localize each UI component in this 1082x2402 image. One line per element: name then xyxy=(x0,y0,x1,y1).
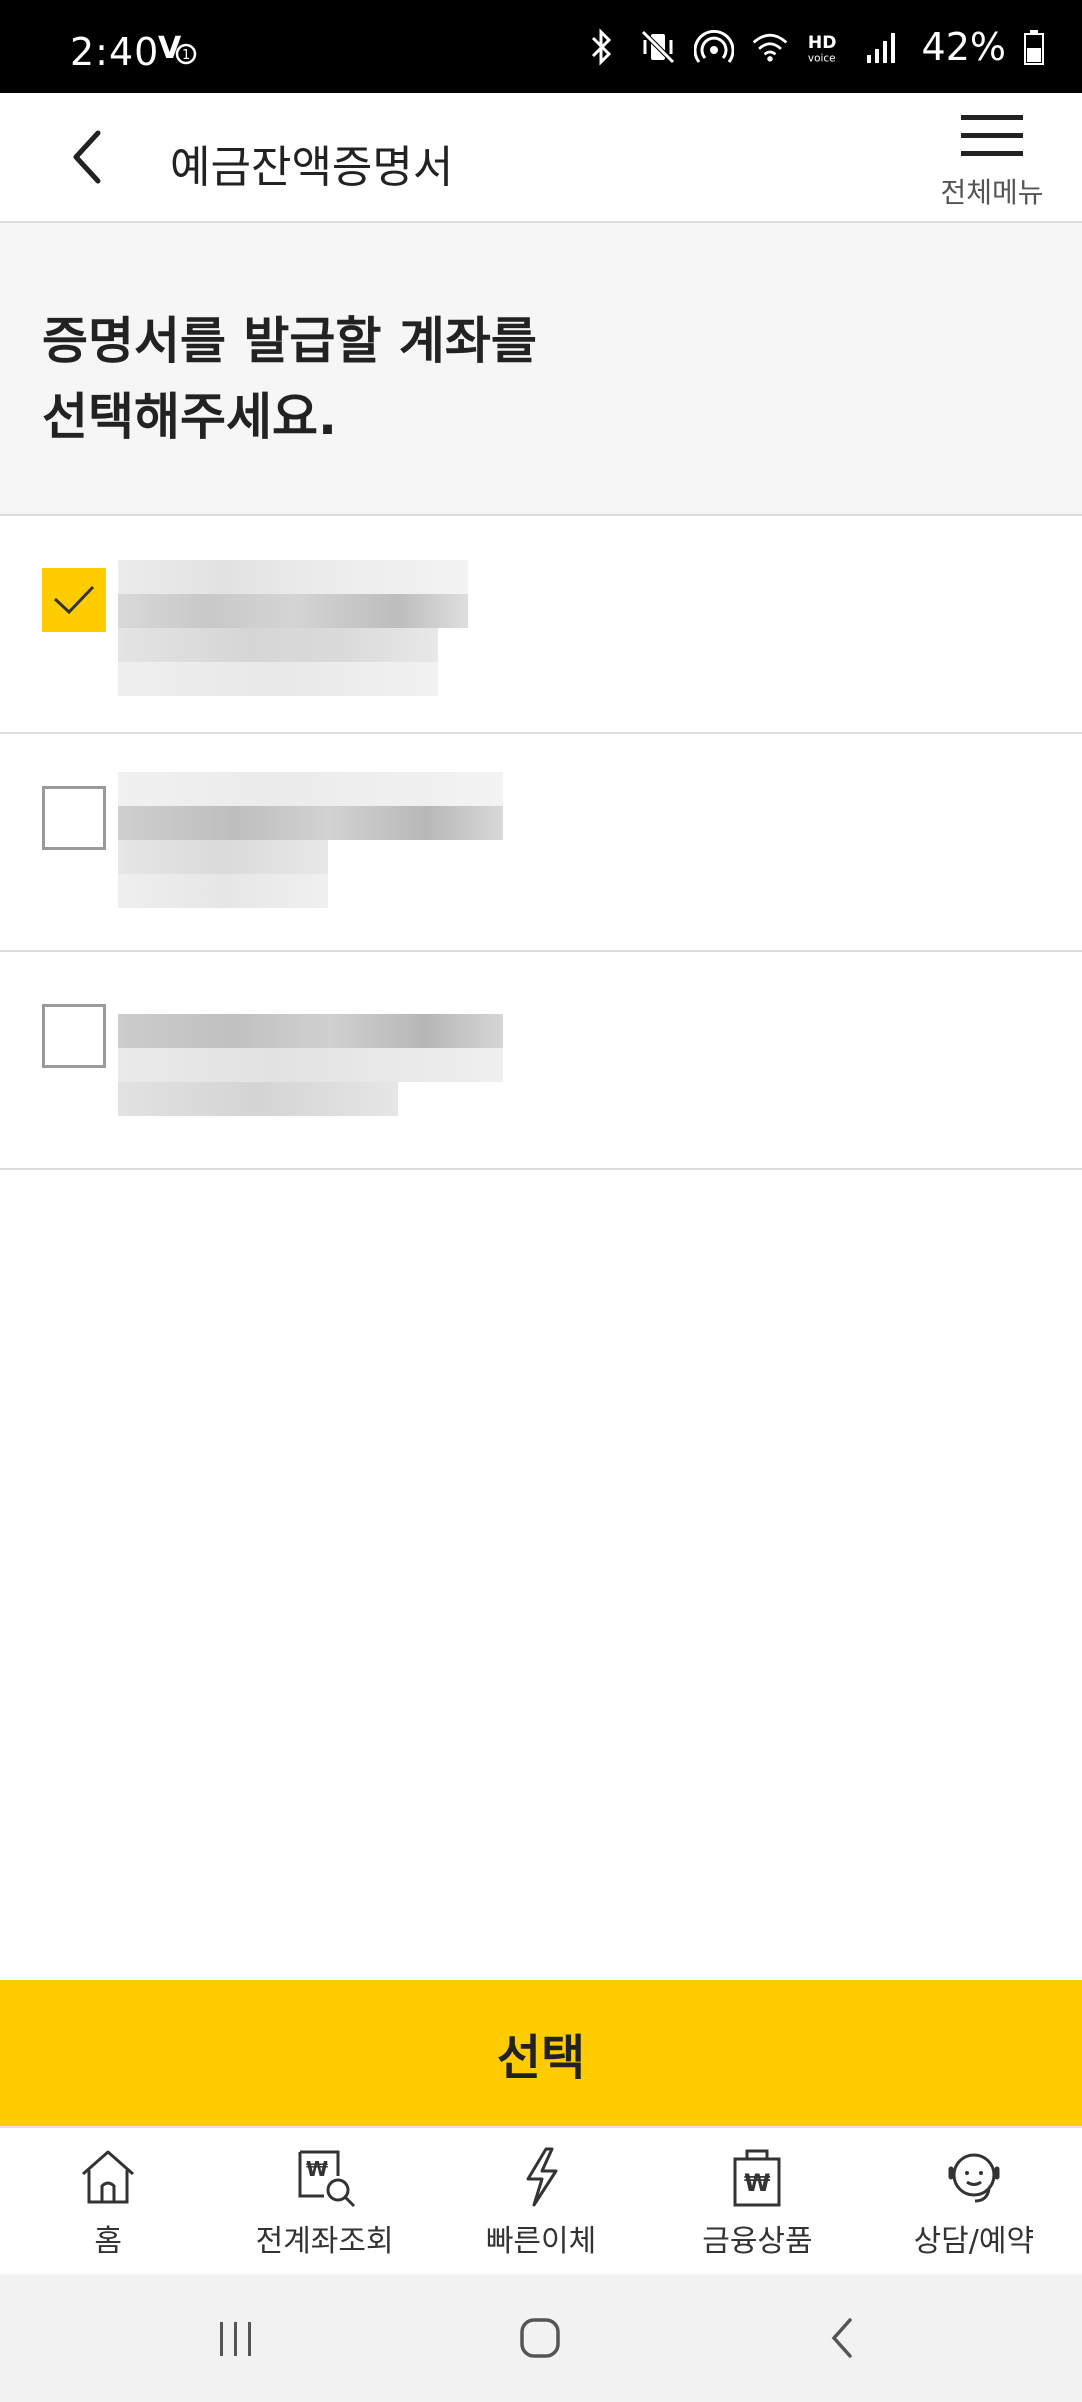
svg-text:voice: voice xyxy=(807,52,835,64)
nav-item-quick-transfer[interactable]: 빠른이체 xyxy=(433,2128,649,2274)
battery-icon xyxy=(1022,27,1046,67)
chevron-left-icon xyxy=(73,130,101,184)
account-row-2[interactable] xyxy=(0,734,1082,952)
headset-icon xyxy=(939,2144,1009,2210)
home-system-button[interactable] xyxy=(508,2306,572,2370)
back-arrow-icon xyxy=(831,2318,852,2358)
svg-text:HD: HD xyxy=(807,33,836,53)
account-checkbox-2[interactable] xyxy=(42,786,106,850)
nav-item-consultation[interactable]: 상담/예약 xyxy=(866,2128,1082,2274)
status-bar: 2:40 V1 HD voice 42% xyxy=(0,0,1082,93)
nav-item-home[interactable]: 홈 xyxy=(0,2128,216,2274)
account-row-1[interactable] xyxy=(0,516,1082,734)
home-icon xyxy=(73,2144,143,2210)
select-button[interactable]: 선택 xyxy=(0,1980,1082,2126)
account-search-icon: ₩ xyxy=(290,2144,360,2210)
nav-label-quick-transfer: 빠른이체 xyxy=(485,2224,597,2259)
intro-heading: 증명서를 발급할 계좌를 선택해주세요. xyxy=(42,303,537,455)
intro-section: 증명서를 발급할 계좌를 선택해주세요. xyxy=(0,223,1082,516)
nav-label-home: 홈 xyxy=(94,2224,122,2259)
checkmark-icon xyxy=(53,585,95,615)
redacted-account-info xyxy=(118,772,528,922)
account-checkbox-1[interactable] xyxy=(42,568,106,632)
nav-label-consultation: 상담/예약 xyxy=(913,2224,1035,2259)
back-button[interactable] xyxy=(56,127,116,187)
battery-percent: 42% xyxy=(921,25,1006,69)
account-row-3[interactable] xyxy=(0,952,1082,1170)
nav-label-all-accounts: 전계좌조회 xyxy=(255,2224,394,2259)
bluetooth-icon xyxy=(582,27,622,67)
status-time: 2:40 xyxy=(70,30,160,74)
redacted-account-info xyxy=(118,1014,528,1124)
volte-icon: V1 xyxy=(158,28,200,77)
nav-item-all-accounts[interactable]: ₩ 전계좌조회 xyxy=(216,2128,432,2274)
nav-item-financial-products[interactable]: ₩ 금융상품 xyxy=(649,2128,865,2274)
page-title: 예금잔액증명서 xyxy=(170,142,454,193)
svg-text:1: 1 xyxy=(182,48,190,63)
recent-apps-icon xyxy=(220,2322,251,2356)
lightning-icon xyxy=(506,2144,576,2210)
shopping-bag-icon: ₩ xyxy=(722,2144,792,2210)
intro-line-1: 증명서를 발급할 계좌를 xyxy=(42,312,537,370)
svg-text:₩: ₩ xyxy=(306,2157,328,2181)
system-nav-bar xyxy=(0,2274,1082,2402)
hotspot-icon xyxy=(693,27,734,67)
redacted-account-info xyxy=(118,560,528,710)
bottom-nav: 홈 ₩ 전계좌조회 빠른이체 ₩ 금융상품 상담/예약 xyxy=(0,2126,1082,2274)
recent-apps-button[interactable] xyxy=(204,2306,268,2370)
signal-icon xyxy=(862,27,902,67)
account-checkbox-3[interactable] xyxy=(42,1004,106,1068)
vibrate-mute-icon xyxy=(638,27,678,67)
full-menu-label: 전체메뉴 xyxy=(940,176,1044,209)
hamburger-icon xyxy=(961,115,1023,156)
app-header: 예금잔액증명서 전체메뉴 xyxy=(0,93,1082,223)
home-circle-icon xyxy=(520,2318,560,2358)
svg-text:₩: ₩ xyxy=(744,2169,771,2197)
intro-line-2: 선택해주세요. xyxy=(42,388,337,446)
wifi-icon xyxy=(750,27,790,67)
status-icons: HD voice 42% xyxy=(582,22,1046,72)
full-menu-button[interactable]: 전체메뉴 xyxy=(932,111,1052,219)
system-back-button[interactable] xyxy=(810,2306,874,2370)
hd-voice-icon: HD voice xyxy=(806,27,846,67)
nav-label-financial-products: 금융상품 xyxy=(702,2224,813,2259)
